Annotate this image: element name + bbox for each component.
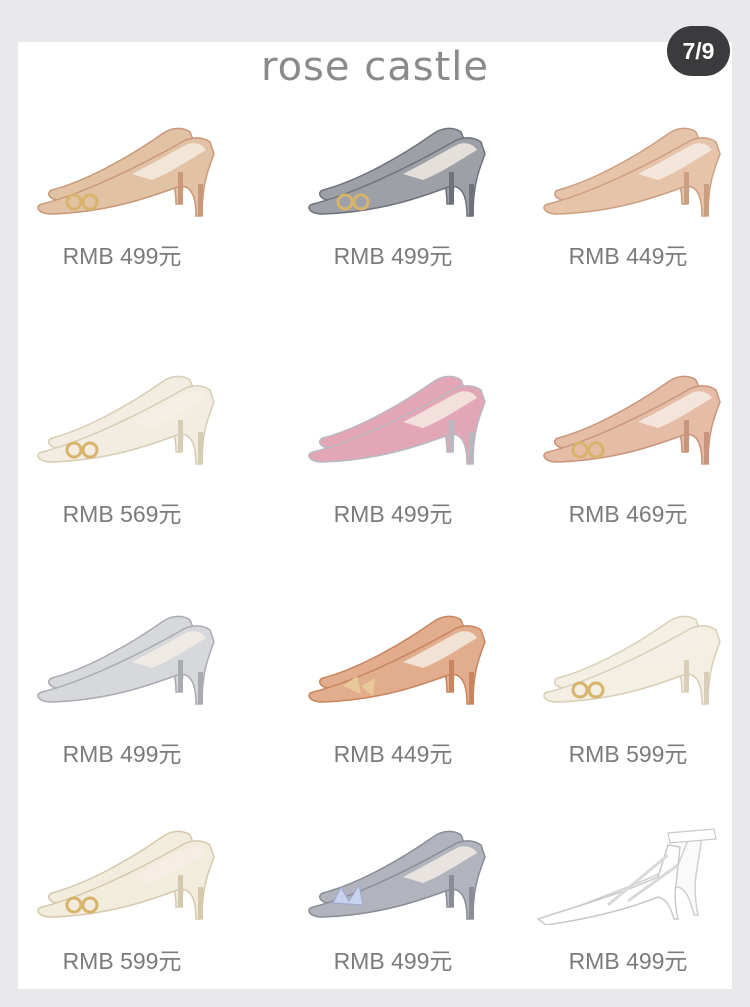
glitter-pump-icon xyxy=(543,375,721,465)
bow-pump-icon xyxy=(308,615,486,705)
satin-pump-icon xyxy=(37,375,215,465)
product-item[interactable]: RMB 449元 xyxy=(518,112,738,332)
product-item[interactable]: RMB 599元 xyxy=(12,815,232,1007)
glitter-pump-icon xyxy=(308,127,486,217)
glitter-pump-icon xyxy=(37,127,215,217)
dorsay-pump-icon xyxy=(543,127,721,217)
page-indicator[interactable]: 7/9 xyxy=(667,26,730,76)
silver-pump-icon xyxy=(37,615,215,705)
product-price: RMB 569元 xyxy=(62,501,182,527)
product-price: RMB 499元 xyxy=(568,948,688,974)
product-item[interactable]: RMB 499元 xyxy=(283,360,503,580)
product-price: RMB 499元 xyxy=(62,243,182,269)
product-item[interactable]: RMB 469元 xyxy=(518,360,738,580)
product-price: RMB 599元 xyxy=(62,948,182,974)
product-item[interactable]: RMB 499元 xyxy=(283,815,503,1007)
product-item[interactable]: RMB 499元 xyxy=(518,815,738,1007)
satin-pump-icon xyxy=(37,830,215,920)
product-price: RMB 449元 xyxy=(568,243,688,269)
product-price: RMB 469元 xyxy=(568,501,688,527)
crystal-pump-icon xyxy=(308,830,486,920)
product-item[interactable]: RMB 499元 xyxy=(283,112,503,332)
product-item[interactable]: RMB 599元 xyxy=(518,600,738,820)
product-price: RMB 599元 xyxy=(568,741,688,767)
product-price: RMB 499元 xyxy=(62,741,182,767)
product-item[interactable]: RMB 569元 xyxy=(12,360,232,580)
product-item[interactable]: RMB 499元 xyxy=(12,600,232,820)
product-price: RMB 449元 xyxy=(333,741,453,767)
product-price: RMB 499元 xyxy=(333,948,453,974)
product-price: RMB 499元 xyxy=(333,501,453,527)
strappy-heel-icon xyxy=(536,828,717,925)
product-item[interactable]: RMB 449元 xyxy=(283,600,503,820)
product-price: RMB 499元 xyxy=(333,243,453,269)
gradient-pump-icon xyxy=(308,375,486,465)
brand-title: rose castle xyxy=(261,44,489,90)
pearl-pump-icon xyxy=(543,615,721,705)
product-item[interactable]: RMB 499元 xyxy=(12,112,232,332)
